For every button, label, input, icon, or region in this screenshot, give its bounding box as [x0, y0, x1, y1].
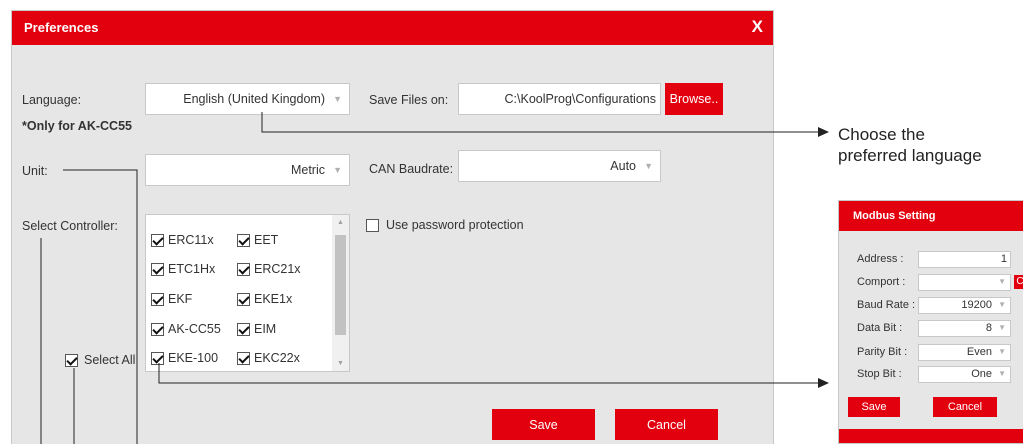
address-label: Address :	[857, 253, 904, 265]
stop-bit-select[interactable]: One ▼	[918, 366, 1011, 383]
baud-rate-value: 19200	[961, 299, 992, 311]
baud-rate-label: Baud Rate :	[857, 299, 916, 311]
parity-bit-select[interactable]: Even ▼	[918, 344, 1011, 361]
modbus-save-button[interactable]: Save	[848, 397, 900, 417]
chevron-down-icon: ▼	[998, 323, 1006, 332]
modbus-settings-panel: Modbus Setting Address : 1 Comport : ▼ C…	[838, 200, 1023, 444]
address-value: 1	[1000, 253, 1007, 265]
modbus-footer	[839, 429, 1023, 443]
modbus-title: Modbus Setting	[853, 210, 936, 222]
data-bit-select[interactable]: 8 ▼	[918, 320, 1011, 337]
baud-rate-select[interactable]: 19200 ▼	[918, 297, 1011, 314]
address-field[interactable]: 1	[918, 251, 1011, 268]
stop-bit-label: Stop Bit :	[857, 368, 902, 380]
modbus-titlebar: Modbus Setting	[839, 201, 1023, 231]
chevron-down-icon: ▼	[998, 300, 1006, 309]
comport-select[interactable]: ▼	[918, 274, 1011, 291]
parity-bit-label: Parity Bit :	[857, 346, 908, 358]
annotation-line-1: Choose the	[838, 125, 925, 144]
data-bit-label: Data Bit :	[857, 322, 903, 334]
chevron-down-icon: ▼	[998, 369, 1006, 378]
data-bit-value: 8	[985, 322, 992, 334]
comport-refresh-button[interactable]: C	[1014, 275, 1023, 289]
modbus-cancel-button[interactable]: Cancel	[933, 397, 997, 417]
annotation-text: Choose the preferred language	[838, 124, 982, 166]
annotation-line-2: preferred language	[838, 146, 982, 165]
chevron-down-icon: ▼	[998, 277, 1006, 286]
chevron-down-icon: ▼	[998, 347, 1006, 356]
stop-bit-value: One	[971, 368, 992, 380]
parity-bit-value: Even	[966, 346, 992, 358]
comport-label: Comport :	[857, 276, 906, 288]
